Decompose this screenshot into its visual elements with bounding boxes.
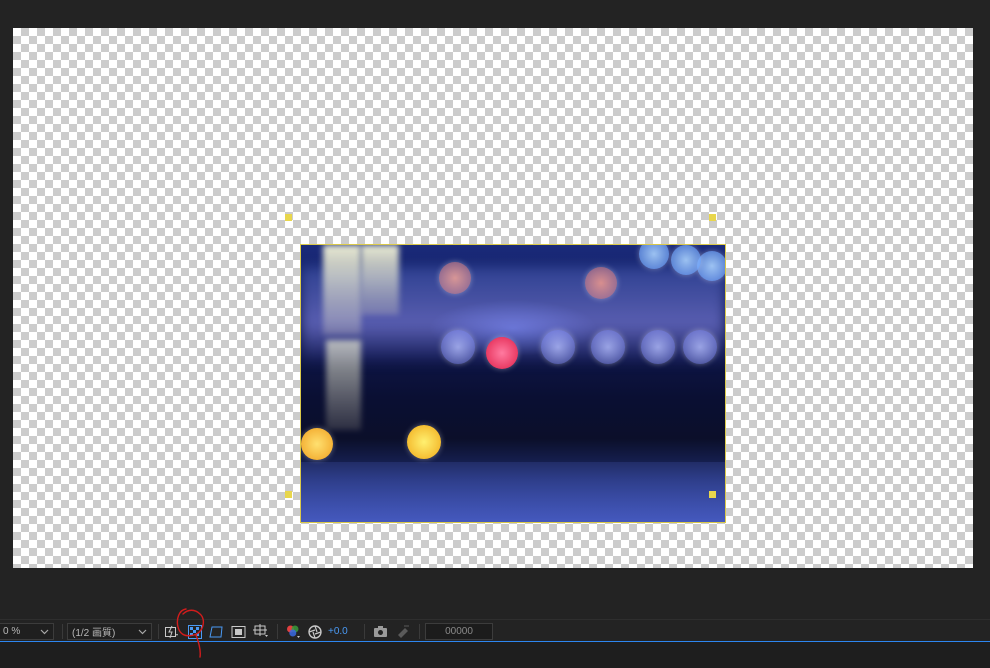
blue-bokeh — [683, 330, 717, 364]
show-snapshot-button[interactable] — [394, 623, 411, 640]
show-channel-button[interactable] — [284, 623, 301, 640]
blue-bokeh — [671, 245, 701, 275]
layer-handle-top-right[interactable] — [709, 214, 716, 221]
toolbar-divider — [364, 624, 365, 639]
take-snapshot-button[interactable] — [372, 623, 389, 640]
chevron-down-icon — [138, 629, 147, 634]
transparency-grid-icon — [187, 624, 202, 639]
blue-bokeh — [697, 251, 725, 281]
toolbar-divider — [419, 624, 420, 639]
light-streak — [326, 340, 361, 430]
magnification-dropdown[interactable]: 0 % — [0, 623, 54, 640]
footage-layer-bokeh-image[interactable] — [300, 244, 726, 523]
mask-path-visibility-button[interactable] — [208, 623, 225, 640]
toolbar-divider — [62, 624, 63, 639]
exposure-icon — [307, 624, 322, 639]
pink-bokeh — [439, 262, 471, 294]
composition-viewer[interactable] — [13, 28, 973, 568]
reflective-floor — [301, 462, 725, 522]
blue-bokeh — [591, 330, 625, 364]
resolution-dropdown[interactable]: (1/2 画質) — [67, 623, 152, 640]
camera-icon — [374, 626, 387, 637]
current-time-display[interactable]: 00000 — [425, 623, 493, 640]
reset-exposure-button[interactable] — [306, 623, 323, 640]
blue-bokeh — [641, 330, 675, 364]
region-of-interest-icon — [231, 625, 246, 638]
light-streak — [323, 245, 361, 335]
mask-path-icon — [209, 626, 223, 637]
orange-bokeh — [407, 425, 441, 459]
chevron-down-icon — [40, 629, 49, 634]
timeline-panel-edge — [0, 642, 990, 668]
blue-bokeh — [639, 245, 669, 269]
show-snapshot-icon — [398, 625, 409, 638]
resolution-value: (1/2 画質) — [72, 628, 116, 639]
grid-guides-button[interactable] — [252, 623, 269, 640]
grid-guides-icon — [252, 624, 268, 637]
exposure-value[interactable]: +0.0 — [328, 623, 348, 640]
toolbar-divider — [277, 624, 278, 639]
layer-handle-top-left[interactable] — [285, 214, 292, 221]
layer-handle-bottom-left[interactable] — [285, 491, 292, 498]
magnification-value: 0 % — [3, 626, 21, 637]
red-bokeh — [486, 337, 518, 369]
fast-previews-icon — [165, 625, 178, 638]
transparency-grid-button[interactable] — [186, 623, 203, 640]
pink-bokeh — [585, 267, 617, 299]
region-of-interest-button[interactable] — [230, 623, 247, 640]
orange-bokeh — [301, 428, 333, 460]
fast-previews-button[interactable] — [163, 623, 180, 640]
toolbar-divider — [158, 624, 159, 639]
blue-bokeh — [541, 330, 575, 364]
blue-bokeh — [441, 330, 475, 364]
rgb-channel-icon — [286, 625, 300, 638]
light-streak — [361, 245, 399, 315]
layer-handle-bottom-right[interactable] — [709, 491, 716, 498]
